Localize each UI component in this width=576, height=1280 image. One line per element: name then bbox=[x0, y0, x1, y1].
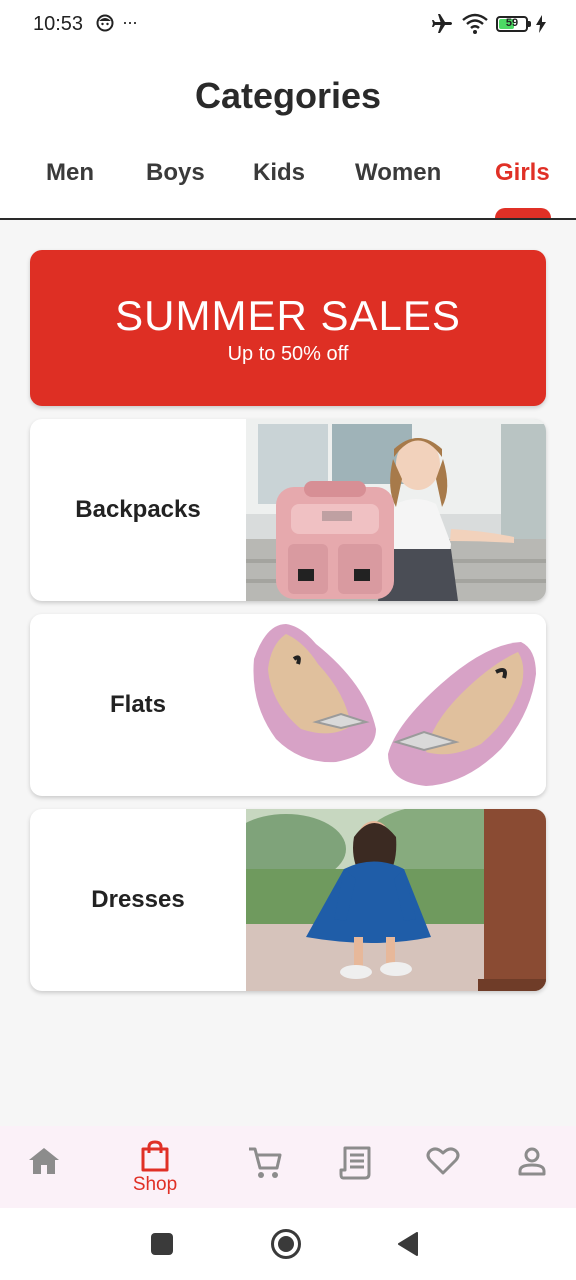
wifi-icon bbox=[462, 13, 488, 34]
girl-with-pink-backpack-photo bbox=[246, 419, 546, 601]
nav-shop-label: Shop bbox=[132, 1174, 178, 1195]
tab-women[interactable]: Women bbox=[355, 159, 441, 187]
pink-glitter-flats-photo bbox=[246, 614, 546, 796]
banner-subtitle: Up to 50% off bbox=[227, 343, 349, 365]
square-icon bbox=[151, 1233, 173, 1255]
nav-home[interactable] bbox=[0, 1126, 92, 1208]
cart-icon bbox=[249, 1147, 282, 1178]
status-bar: 10:53 ··· 59 bbox=[0, 0, 576, 50]
summer-sales-banner[interactable]: SUMMER SALES Up to 50% off bbox=[30, 250, 546, 406]
shopping-bag-icon bbox=[141, 1140, 169, 1172]
category-card-backpacks[interactable]: Backpacks bbox=[30, 419, 546, 601]
category-card-flats[interactable]: Flats bbox=[30, 614, 546, 796]
status-right-icons: 59 bbox=[430, 12, 546, 36]
category-tabs: Men Boys Kids Women Girls bbox=[0, 155, 576, 219]
status-left-icons: ··· bbox=[96, 12, 138, 33]
category-label: Dresses bbox=[91, 886, 185, 913]
nav-shop[interactable]: Shop bbox=[107, 1126, 203, 1208]
more-notifications-icon: ··· bbox=[122, 12, 138, 32]
nav-orders[interactable] bbox=[307, 1126, 403, 1208]
recents-button[interactable] bbox=[144, 1226, 180, 1262]
banner-title: SUMMER SALES bbox=[115, 292, 461, 339]
bottom-navigation: Shop bbox=[0, 1126, 576, 1208]
receipt-icon bbox=[339, 1146, 371, 1180]
tab-girls[interactable]: Girls bbox=[495, 159, 550, 187]
heart-icon bbox=[426, 1147, 460, 1175]
category-label: Flats bbox=[109, 691, 166, 718]
page-title: Categories bbox=[194, 75, 382, 116]
category-card-dresses[interactable]: Dresses bbox=[30, 809, 546, 991]
charging-icon bbox=[536, 15, 546, 33]
home-button[interactable] bbox=[268, 1226, 304, 1262]
home-icon bbox=[29, 1148, 59, 1174]
airplane-icon bbox=[432, 14, 452, 33]
status-time: 10:53 bbox=[33, 13, 84, 35]
category-label: Backpacks bbox=[75, 496, 201, 523]
system-navigation-bar bbox=[0, 1208, 576, 1280]
nav-cart[interactable] bbox=[217, 1126, 313, 1208]
tab-men[interactable]: Men bbox=[46, 159, 94, 187]
tab-divider bbox=[0, 218, 576, 220]
girl-in-blue-dress-photo bbox=[246, 809, 546, 991]
person-icon bbox=[518, 1147, 546, 1176]
tab-boys[interactable]: Boys bbox=[146, 159, 205, 187]
nav-profile[interactable] bbox=[484, 1126, 576, 1208]
back-button[interactable] bbox=[390, 1226, 426, 1262]
face-icon bbox=[96, 14, 114, 31]
circle-icon bbox=[271, 1229, 301, 1259]
nav-wishlist[interactable] bbox=[395, 1126, 491, 1208]
triangle-back-icon bbox=[398, 1232, 418, 1256]
battery-percent: 59 bbox=[505, 17, 519, 29]
tab-kids[interactable]: Kids bbox=[253, 159, 305, 187]
battery-icon: 59 bbox=[496, 16, 531, 32]
